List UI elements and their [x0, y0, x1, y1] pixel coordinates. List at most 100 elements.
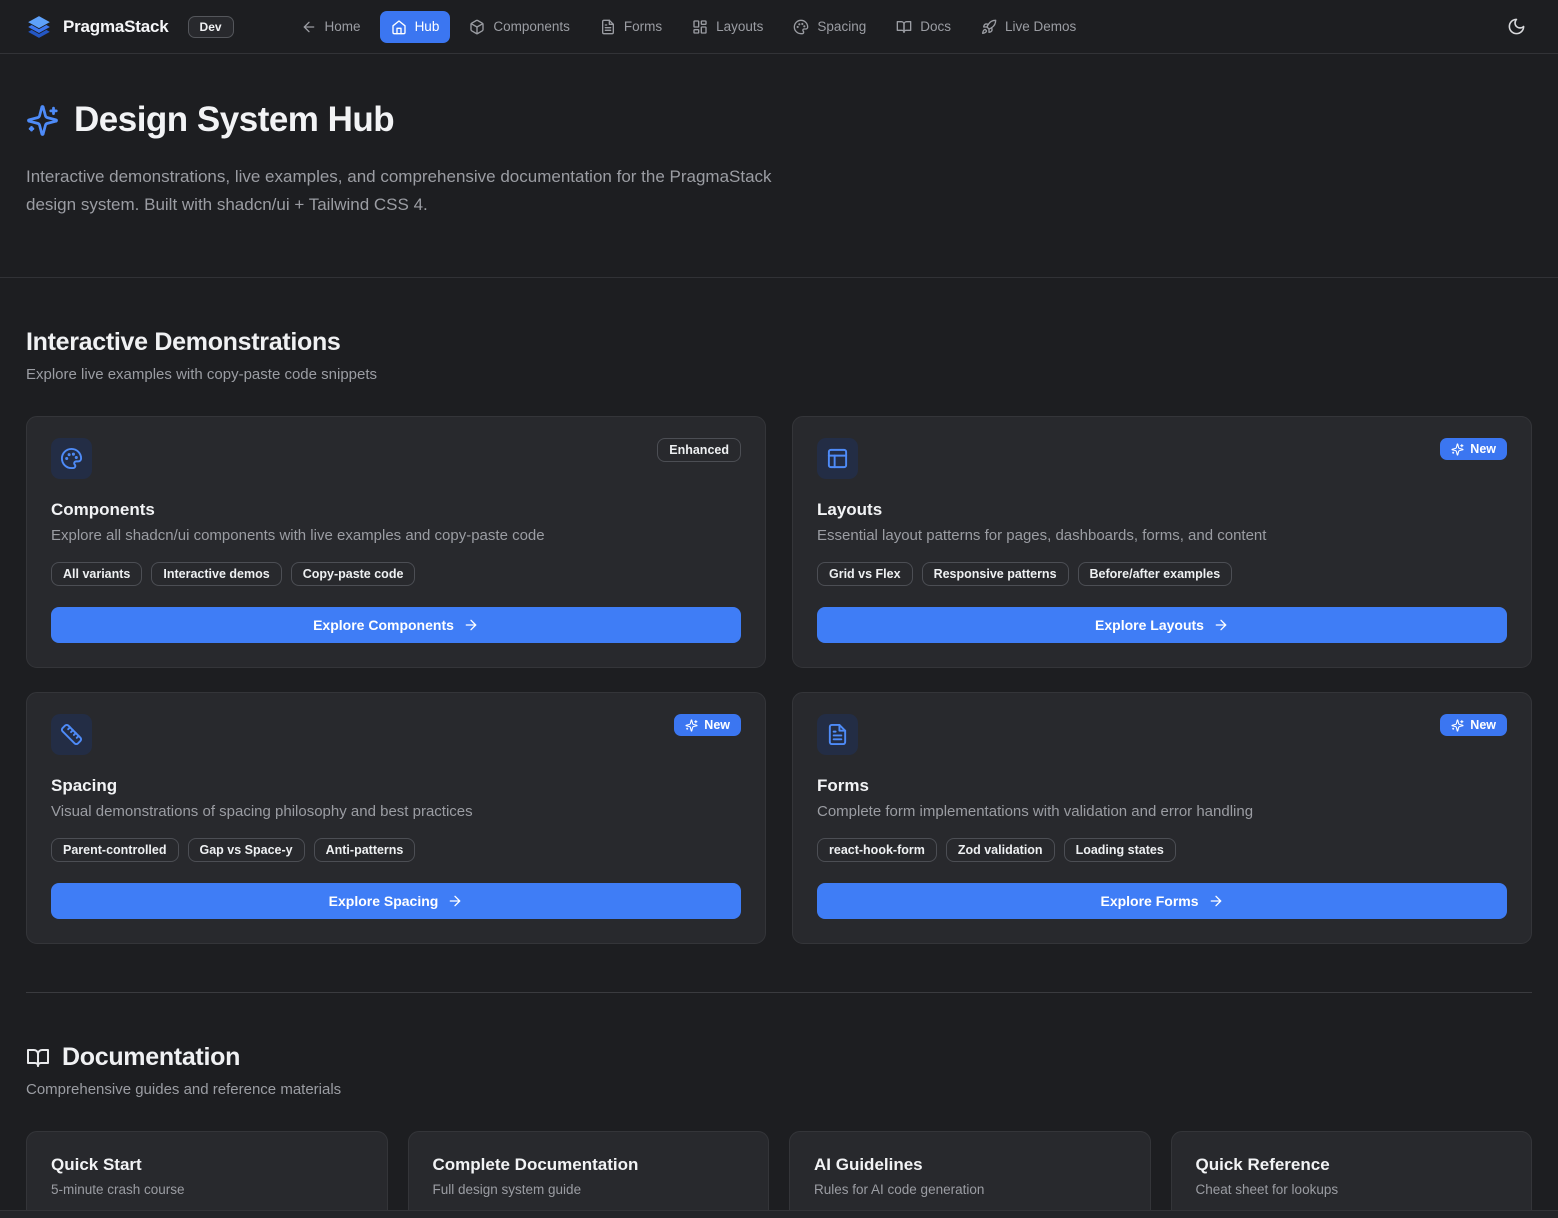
- nav-item-label: Layouts: [716, 19, 763, 34]
- new-badge: New: [1440, 438, 1507, 460]
- file-text-icon: [817, 714, 858, 755]
- tag: Loading states: [1064, 838, 1176, 862]
- tag: Before/after examples: [1078, 562, 1233, 586]
- nav-item-label: Hub: [415, 19, 440, 34]
- explore-spacing-button[interactable]: Explore Spacing: [51, 883, 741, 919]
- brand[interactable]: PragmaStack Dev: [26, 14, 234, 40]
- doc-card-description: Rules for AI code generation: [814, 1182, 1126, 1197]
- tag: Grid vs Flex: [817, 562, 913, 586]
- nav-item-live-demos[interactable]: Live Demos: [970, 11, 1087, 43]
- tag: Responsive patterns: [922, 562, 1069, 586]
- button-label: Explore Forms: [1100, 893, 1198, 909]
- button-label: Explore Spacing: [329, 893, 439, 909]
- demos-heading: Interactive Demonstrations: [26, 328, 1532, 357]
- nav-item-spacing[interactable]: Spacing: [782, 11, 877, 43]
- nav-item-forms[interactable]: Forms: [589, 11, 673, 43]
- docs-heading: Documentation: [62, 1043, 240, 1072]
- demo-card-spacing: New Spacing Visual demonstrations of spa…: [26, 692, 766, 944]
- nav-item-label: Home: [325, 19, 361, 34]
- explore-components-button[interactable]: Explore Components: [51, 607, 741, 643]
- nav-item-docs[interactable]: Docs: [885, 11, 962, 43]
- badge-label: New: [704, 718, 730, 732]
- demo-card-grid: Enhanced Components Explore all shadcn/u…: [26, 416, 1532, 944]
- new-badge: New: [674, 714, 741, 736]
- arrow-right-icon: [463, 617, 479, 633]
- layers-logo-icon: [26, 14, 52, 40]
- card-description: Essential layout patterns for pages, das…: [817, 527, 1507, 544]
- demos-section-head: Interactive Demonstrations Explore live …: [26, 328, 1532, 383]
- nav-item-components[interactable]: Components: [458, 11, 581, 43]
- card-title: Layouts: [817, 500, 1507, 520]
- nav-item-home[interactable]: Home: [290, 11, 372, 43]
- doc-card-quick-start[interactable]: Quick Start 5-minute crash course: [26, 1131, 388, 1218]
- nav-item-label: Forms: [624, 19, 662, 34]
- theme-toggle-button[interactable]: [1501, 11, 1532, 42]
- tag: Parent-controlled: [51, 838, 179, 862]
- button-label: Explore Components: [313, 617, 454, 633]
- card-description: Complete form implementations with valid…: [817, 803, 1507, 820]
- doc-card-title: Complete Documentation: [433, 1155, 745, 1175]
- sparkles-icon: [1451, 719, 1464, 732]
- doc-card-grid: Quick Start 5-minute crash course Comple…: [26, 1131, 1532, 1218]
- arrow-right-icon: [1208, 893, 1224, 909]
- tag: Interactive demos: [151, 562, 281, 586]
- rocket-icon: [981, 19, 997, 35]
- palette-icon: [793, 19, 809, 35]
- docs-subheading: Comprehensive guides and reference mater…: [26, 1081, 1532, 1098]
- explore-layouts-button[interactable]: Explore Layouts: [817, 607, 1507, 643]
- card-description: Explore all shadcn/ui components with li…: [51, 527, 741, 544]
- demos-subheading: Explore live examples with copy-paste co…: [26, 366, 1532, 383]
- sparkles-icon: [1451, 443, 1464, 456]
- nav-item-layouts[interactable]: Layouts: [681, 11, 774, 43]
- tag: Zod validation: [946, 838, 1055, 862]
- demo-card-components: Enhanced Components Explore all shadcn/u…: [26, 416, 766, 668]
- doc-card-description: Cheat sheet for lookups: [1196, 1182, 1508, 1197]
- tag: Gap vs Space-y: [188, 838, 305, 862]
- tag-row: Grid vs Flex Responsive patterns Before/…: [817, 562, 1507, 586]
- page-subtitle: Interactive demonstrations, live example…: [26, 163, 776, 219]
- doc-card-title: Quick Start: [51, 1155, 363, 1175]
- main-content: Interactive Demonstrations Explore live …: [0, 328, 1558, 1218]
- moon-icon: [1507, 17, 1526, 36]
- tag: Anti-patterns: [314, 838, 416, 862]
- badge-label: New: [1470, 718, 1496, 732]
- box-icon: [469, 19, 485, 35]
- tag: react-hook-form: [817, 838, 937, 862]
- nav-item-hub[interactable]: Hub: [380, 11, 451, 43]
- home-icon: [391, 19, 407, 35]
- panel-top-icon: [817, 438, 858, 479]
- docs-section-head: Documentation Comprehensive guides and r…: [26, 1043, 1532, 1098]
- top-navbar: PragmaStack Dev Home Hub Components Form…: [0, 0, 1558, 54]
- badge-label: New: [1470, 442, 1496, 456]
- card-title: Forms: [817, 776, 1507, 796]
- doc-card-quick-reference[interactable]: Quick Reference Cheat sheet for lookups: [1171, 1131, 1533, 1218]
- tag: Copy-paste code: [291, 562, 416, 586]
- brand-name: PragmaStack: [63, 17, 169, 37]
- sparkles-icon: [26, 104, 59, 137]
- tag-row: react-hook-form Zod validation Loading s…: [817, 838, 1507, 862]
- nav-item-label: Docs: [920, 19, 951, 34]
- section-divider: [26, 992, 1532, 993]
- hero-section: Design System Hub Interactive demonstrat…: [0, 54, 1558, 278]
- ruler-icon: [51, 714, 92, 755]
- doc-card-title: AI Guidelines: [814, 1155, 1126, 1175]
- card-description: Visual demonstrations of spacing philoso…: [51, 803, 741, 820]
- tag-row: Parent-controlled Gap vs Space-y Anti-pa…: [51, 838, 741, 862]
- book-open-icon: [26, 1046, 50, 1070]
- doc-card-ai-guidelines[interactable]: AI Guidelines Rules for AI code generati…: [789, 1131, 1151, 1218]
- arrow-right-icon: [1213, 617, 1229, 633]
- card-title: Components: [51, 500, 741, 520]
- enhanced-badge: Enhanced: [657, 438, 741, 462]
- new-badge: New: [1440, 714, 1507, 736]
- doc-card-complete-documentation[interactable]: Complete Documentation Full design syste…: [408, 1131, 770, 1218]
- layout-grid-icon: [692, 19, 708, 35]
- arrow-right-icon: [447, 893, 463, 909]
- page-title: Design System Hub: [74, 100, 394, 140]
- doc-card-description: Full design system guide: [433, 1182, 745, 1197]
- explore-forms-button[interactable]: Explore Forms: [817, 883, 1507, 919]
- nav-item-label: Live Demos: [1005, 19, 1076, 34]
- dev-badge: Dev: [188, 16, 234, 38]
- nav-links: Home Hub Components Forms Layouts Spacin…: [290, 11, 1088, 43]
- button-label: Explore Layouts: [1095, 617, 1204, 633]
- tag-row: All variants Interactive demos Copy-past…: [51, 562, 741, 586]
